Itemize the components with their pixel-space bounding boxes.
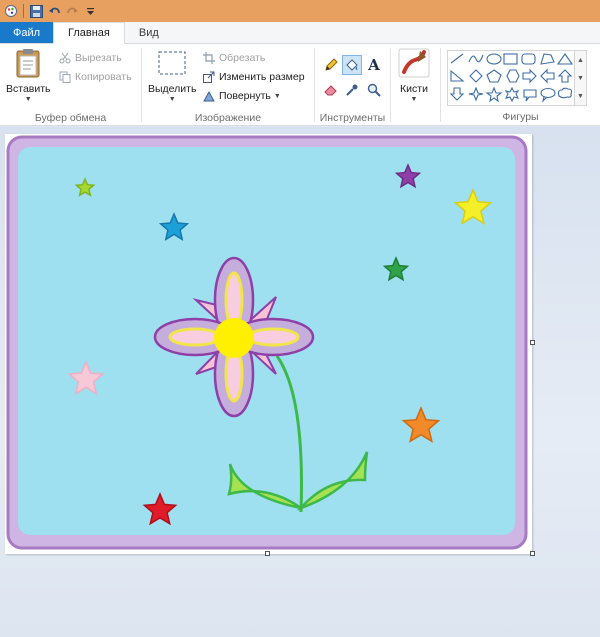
quick-access-separator <box>23 4 24 18</box>
rounded-rectangle-shape-icon[interactable] <box>521 53 536 65</box>
title-bar <box>0 0 600 22</box>
polygon-shape-icon[interactable] <box>540 53 555 65</box>
brush-icon <box>398 48 430 81</box>
rectangle-shape-icon[interactable] <box>503 53 518 65</box>
resize-handle-corner[interactable] <box>530 551 535 556</box>
resize-label: Изменить размер <box>219 71 305 83</box>
crop-icon <box>202 51 216 65</box>
chevron-down-icon: ▼ <box>24 96 32 103</box>
drawing <box>6 135 528 550</box>
brushes-button[interactable]: Кисти ▼ <box>398 48 430 103</box>
callout-cloud-shape-icon[interactable] <box>557 87 573 99</box>
selection-icon <box>156 48 188 81</box>
arrow-up-shape-icon[interactable] <box>557 69 573 83</box>
star-six-shape-icon[interactable] <box>504 86 520 103</box>
brushes-group: Кисти ▼ <box>391 44 439 126</box>
brushes-label: Кисти <box>400 83 428 95</box>
ribbon: Вставить ▼ Вырезать Копировать Буфер обм… <box>0 44 600 126</box>
color-picker-icon[interactable] <box>342 80 362 100</box>
clipboard-icon <box>14 48 42 81</box>
paste-label: Вставить <box>6 83 51 95</box>
curve-shape-icon[interactable] <box>468 54 484 63</box>
crop-label: Обрезать <box>219 52 266 64</box>
redo-icon[interactable] <box>63 2 81 20</box>
clipboard-group-label: Буфер обмена <box>34 112 107 124</box>
pentagon-shape-icon[interactable] <box>486 69 502 83</box>
resize-handle-bottom[interactable] <box>265 551 270 556</box>
arrow-right-shape-icon[interactable] <box>522 68 537 84</box>
chevron-up-icon[interactable]: ▲ <box>577 57 584 64</box>
undo-icon[interactable] <box>45 2 63 20</box>
chevron-down-icon: ▼ <box>273 93 281 100</box>
resize-icon <box>202 70 216 84</box>
rotate-icon <box>202 89 216 103</box>
drawing-canvas[interactable] <box>5 134 532 554</box>
hexagon-shape-icon[interactable] <box>506 69 520 83</box>
workspace <box>0 127 600 637</box>
shapes-group-label: Фигуры <box>502 111 539 123</box>
tools-group: A Инструменты <box>315 44 390 126</box>
arrow-left-shape-icon[interactable] <box>540 68 555 84</box>
shapes-gallery <box>447 50 575 106</box>
rotate-button[interactable]: Повернуть ▼ <box>202 89 281 103</box>
copy-label: Копировать <box>75 71 132 83</box>
flower-center <box>214 318 254 358</box>
paste-button[interactable]: Вставить ▼ <box>6 48 51 103</box>
ribbon-tabs: Файл Главная Вид <box>0 22 600 44</box>
pencil-icon[interactable] <box>321 55 341 75</box>
resize-handle-right[interactable] <box>530 340 535 345</box>
customize-dropdown-icon[interactable] <box>81 2 99 20</box>
tab-home[interactable]: Главная <box>53 22 125 44</box>
arrow-down-shape-icon[interactable] <box>449 87 465 101</box>
shapes-scrollbar[interactable]: ▲ ▼ ▼ <box>575 50 587 106</box>
select-button[interactable]: Выделить ▼ <box>148 48 196 103</box>
rotate-label: Повернуть <box>219 90 271 102</box>
paint-app-icon[interactable] <box>2 2 20 20</box>
star-four-shape-icon[interactable] <box>468 86 484 102</box>
expand-icon[interactable]: ▼ <box>577 93 584 100</box>
shapes-grid <box>449 53 574 103</box>
cut-label: Вырезать <box>75 52 122 64</box>
star-five-shape-icon[interactable] <box>485 86 503 103</box>
fill-icon[interactable] <box>342 55 362 75</box>
chevron-down-icon: ▼ <box>168 96 176 103</box>
resize-button[interactable]: Изменить размер <box>202 70 305 84</box>
copy-button[interactable]: Копировать <box>58 70 132 84</box>
chevron-down-icon: ▼ <box>410 96 418 103</box>
right-triangle-shape-icon[interactable] <box>450 69 465 82</box>
chevron-down-icon[interactable]: ▼ <box>577 75 584 82</box>
oval-shape-icon[interactable] <box>486 53 502 65</box>
save-icon[interactable] <box>27 2 45 20</box>
callout-oval-shape-icon[interactable] <box>540 87 556 103</box>
scissors-icon <box>58 51 72 65</box>
callout-rounded-shape-icon[interactable] <box>523 89 537 102</box>
select-label: Выделить <box>148 83 197 95</box>
crop-button[interactable]: Обрезать <box>202 51 265 65</box>
magnifier-icon[interactable] <box>364 80 384 100</box>
tab-view[interactable]: Вид <box>125 22 173 43</box>
triangle-shape-icon[interactable] <box>556 53 574 65</box>
cut-button[interactable]: Вырезать <box>58 51 122 65</box>
image-group-label: Изображение <box>194 112 262 124</box>
line-shape-icon[interactable] <box>450 53 464 64</box>
clipboard-group: Вставить ▼ Вырезать Копировать Буфер обм… <box>0 44 141 126</box>
image-group: Выделить ▼ Обрезать Изменить размер Пове… <box>142 44 314 126</box>
diamond-shape-icon[interactable] <box>469 69 483 83</box>
tools-group-label: Инструменты <box>319 112 386 124</box>
text-icon[interactable]: A <box>364 55 384 75</box>
tab-file[interactable]: Файл <box>0 22 53 43</box>
copy-icon <box>58 70 72 84</box>
eraser-icon[interactable] <box>321 80 341 100</box>
